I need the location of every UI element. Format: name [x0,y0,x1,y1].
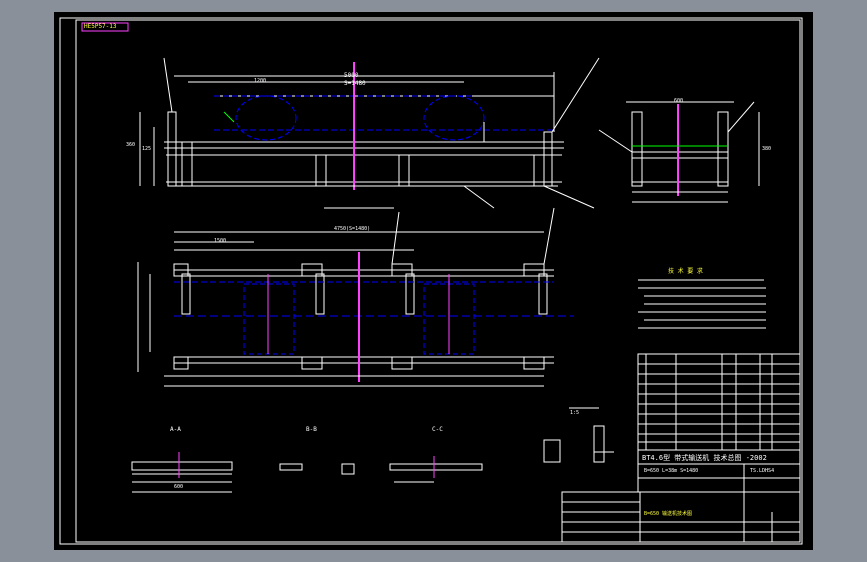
cad-drawing-canvas: HE5P57-13 5000 S=1480 360 125 1200 4750(… [54,12,813,550]
side-view [598,101,760,203]
dim-plan-overall: 4750(S=1480) [334,226,371,232]
elevation-view [139,57,600,209]
dim-plan-sub: 1500 [214,238,227,244]
title-block-row2-left: B=650 L=38m S=1480 [644,468,699,474]
view-scale: 1:5 [570,410,580,416]
drawing-stamp: HE5P57-13 [84,23,117,30]
dim-mid-len: 1200 [254,78,267,84]
dim-side-h: 380 [762,146,772,152]
title-block-title: BT4.6型 带式输送机 技术总图 -2002 [642,454,767,462]
dim-left-h1: 360 [126,142,136,148]
dim-left-h2: 125 [142,146,152,152]
outer-frame [59,17,803,545]
view-label-b: B-B [306,426,317,433]
dim-top-overall: 5000 [344,72,359,79]
detail-views [131,407,614,493]
drawing-linework [59,17,803,545]
notes-title: 技 术 要 求 [668,268,703,275]
technical-notes [638,279,766,329]
view-label-a: A-A [170,426,181,433]
view-label-c: C-C [432,426,443,433]
plan-view [137,207,574,387]
dim-base: 600 [174,484,184,490]
dim-side-w: 600 [674,98,684,104]
title-block-row3: B=650 输送机技术图 [644,511,693,517]
dim-top-span: S=1480 [344,80,366,87]
title-block-row2-right: TS.LDHS4 [750,468,775,474]
